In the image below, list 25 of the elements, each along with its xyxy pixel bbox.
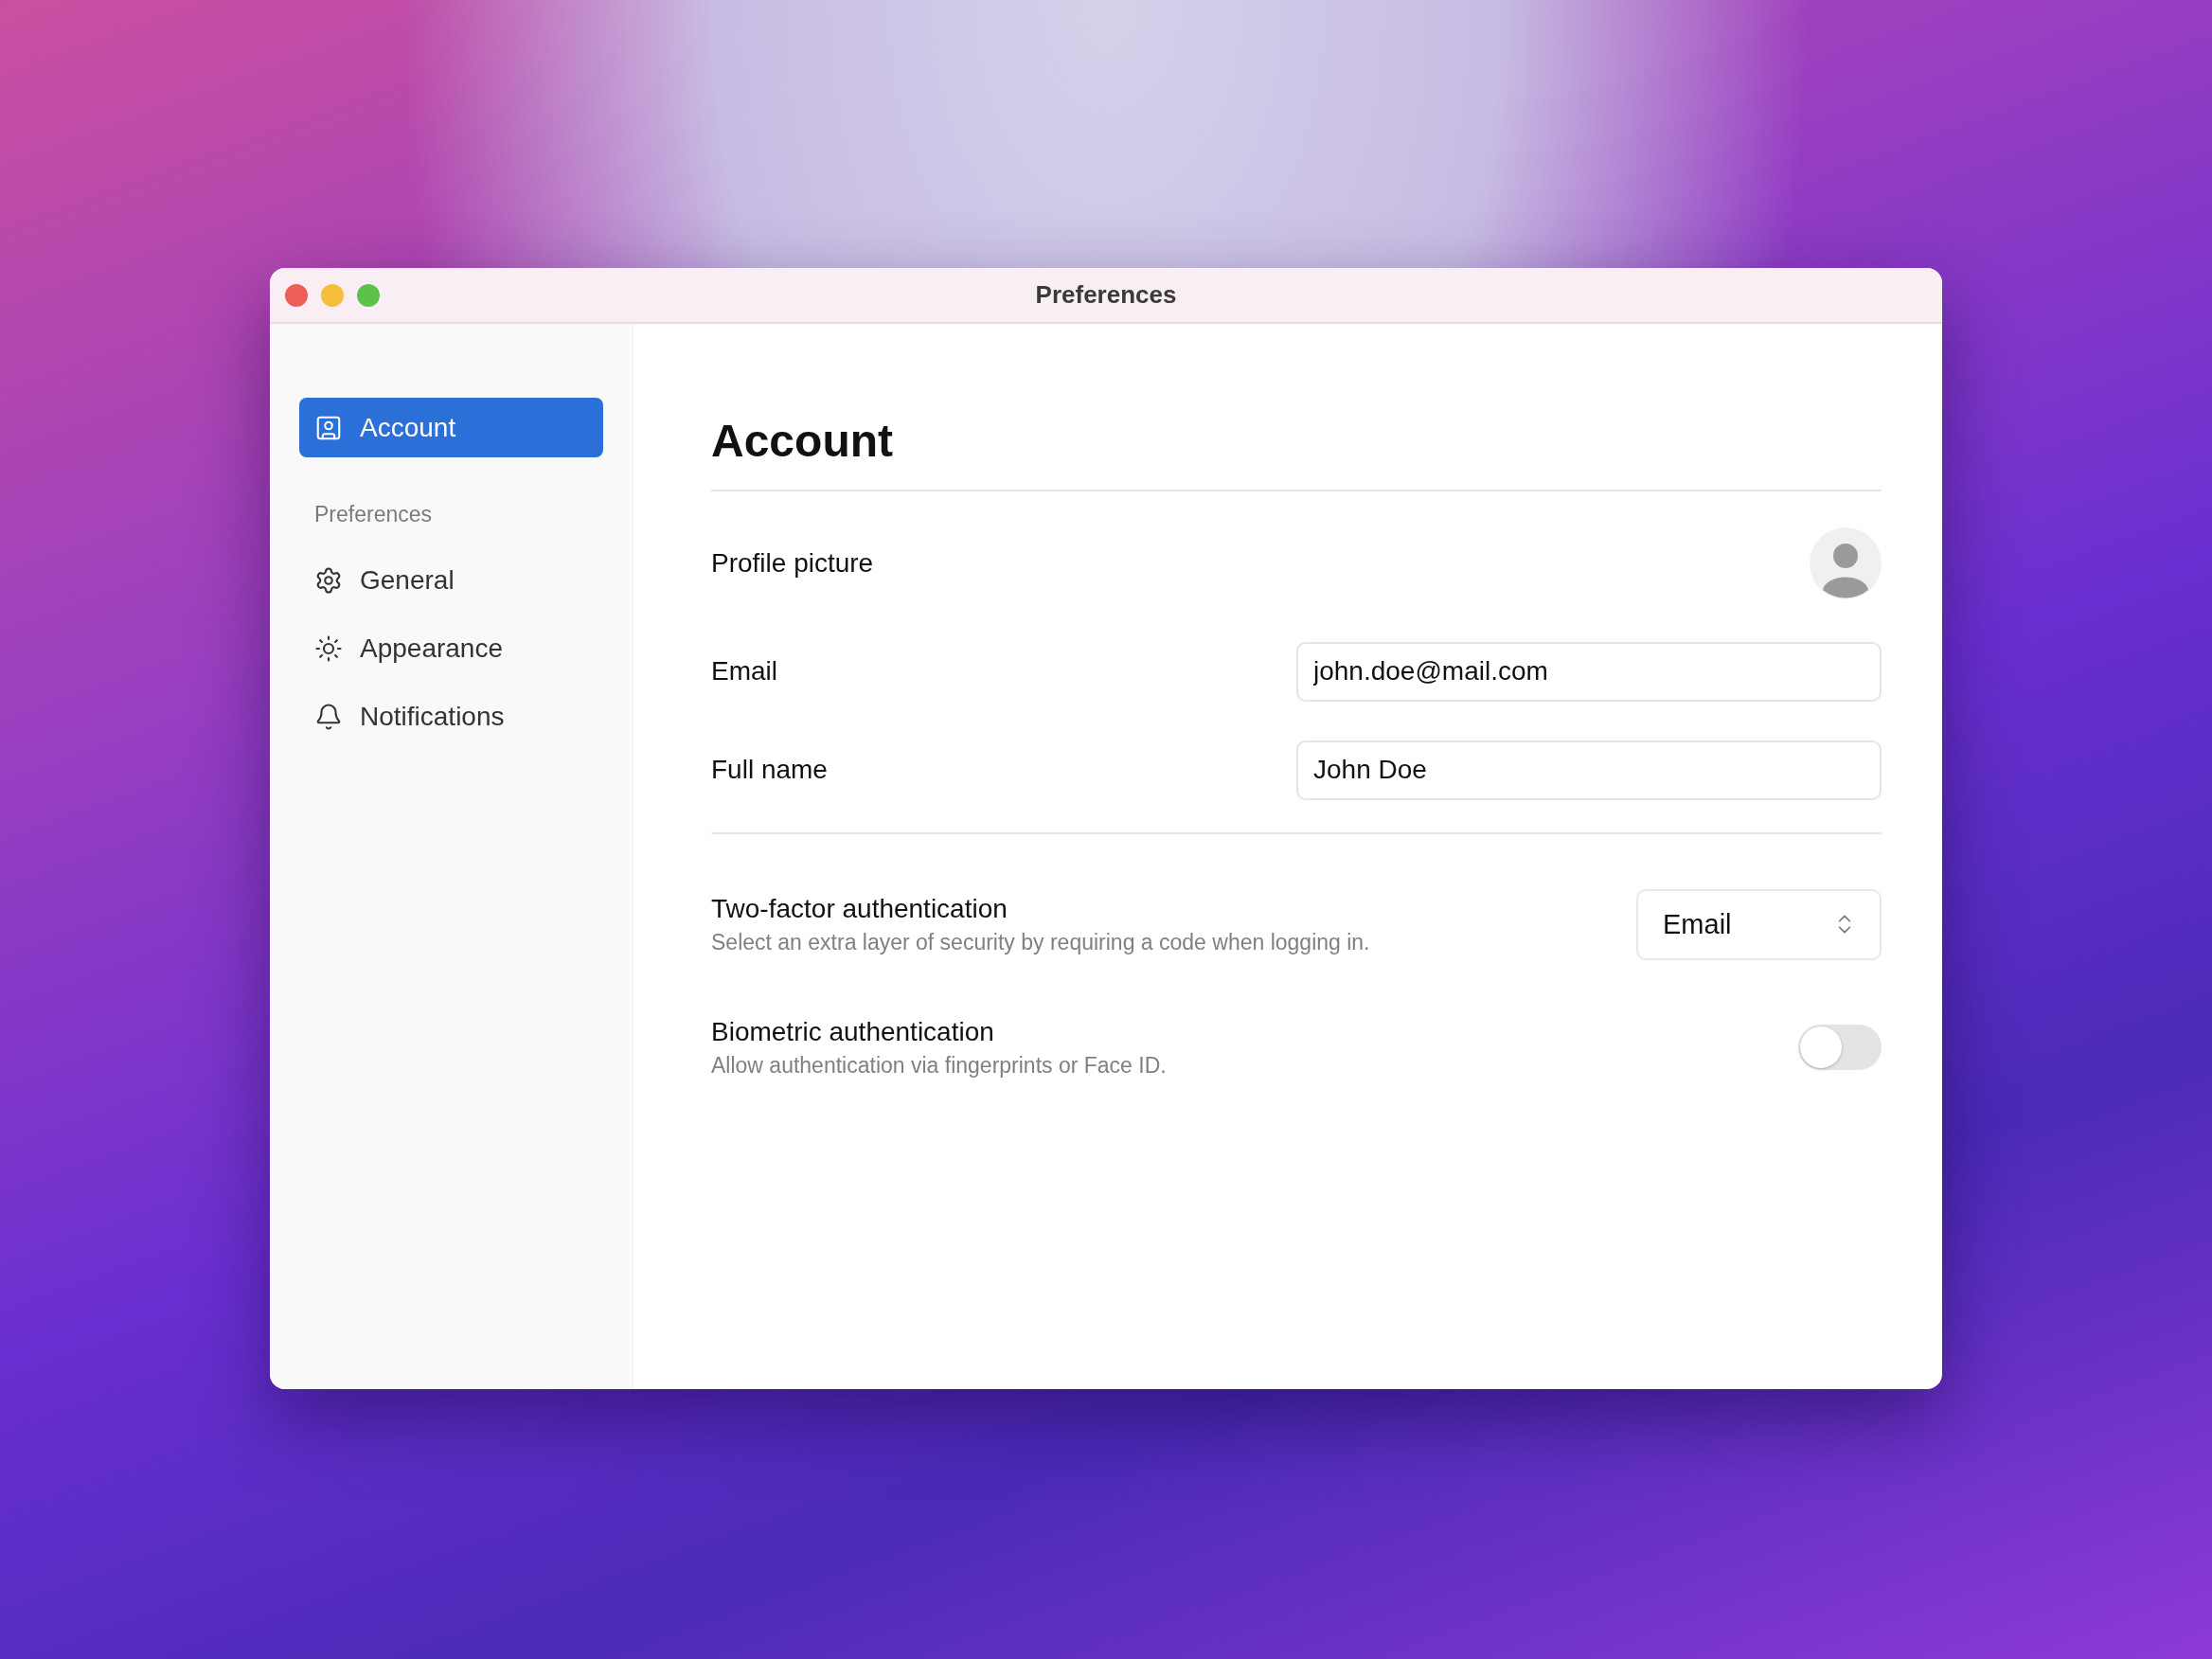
row-label: Full name <box>711 755 828 785</box>
toggle-switch[interactable] <box>1798 1025 1882 1070</box>
close-button[interactable] <box>285 283 308 307</box>
sun-icon <box>314 633 343 663</box>
row-label: Profile picture <box>711 548 874 579</box>
sidebar-item[interactable]: General <box>299 550 603 610</box>
text-field[interactable]: john.doe@mail.com <box>1296 641 1882 702</box>
dropdown[interactable]: Email <box>1636 888 1882 960</box>
zoom-button[interactable] <box>357 283 380 307</box>
window-title: Preferences <box>1035 280 1177 310</box>
avatar-icon[interactable] <box>1810 527 1882 599</box>
text-field[interactable]: John Doe <box>1296 740 1882 800</box>
settings-icon <box>314 565 343 595</box>
row-label: Two-factor authentication <box>711 893 1008 924</box>
minimize-button[interactable] <box>321 283 344 307</box>
sidebar-item[interactable]: Account <box>299 398 603 457</box>
page-heading: Account <box>711 415 894 468</box>
sidebar-item[interactable]: Notifications <box>299 687 603 746</box>
row-label: Email <box>711 656 777 687</box>
row-label: Biometric authentication <box>711 1016 995 1047</box>
sidebar-item[interactable]: Appearance <box>299 618 603 678</box>
section-title: Preferences <box>313 501 433 528</box>
row-description: Allow authentication via fingerprints or Face ID. <box>711 1052 1167 1079</box>
bell-icon <box>314 702 343 731</box>
row-description: Select an extra layer of security by requiring a code when logging in. <box>711 929 1370 955</box>
